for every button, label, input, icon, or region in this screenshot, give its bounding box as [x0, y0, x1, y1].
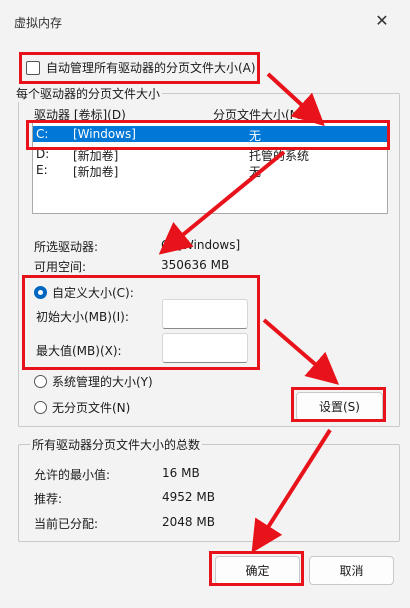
custom-size-label: 自定义大小(C): [52, 286, 134, 300]
drive-size: 无 [249, 129, 262, 143]
radio-icon[interactable] [34, 375, 47, 388]
selected-drive-value: C: [Windows] [161, 238, 241, 252]
drive-row-c[interactable]: C: [Windows] 无 [33, 126, 387, 143]
custom-size-radio[interactable]: 自定义大小(C): [34, 284, 134, 301]
selected-drive-label: 所选驱动器: [34, 240, 99, 254]
max-size-input[interactable] [162, 333, 248, 363]
initial-size-label: 初始大小(MB)(I): [36, 310, 129, 324]
cancel-button[interactable]: 取消 [309, 556, 394, 585]
no-paging-radio[interactable]: 无分页文件(N) [34, 399, 130, 416]
system-managed-radio[interactable]: 系统管理的大小(Y) [34, 373, 153, 390]
checkbox-box[interactable] [26, 60, 40, 75]
radio-icon[interactable] [34, 401, 47, 414]
set-button[interactable]: 设置(S) [296, 392, 383, 421]
recommended-value: 4952 MB [162, 490, 215, 504]
drive-letter: C: [36, 127, 49, 141]
initial-size-input[interactable] [162, 299, 248, 329]
current-value: 2048 MB [162, 515, 215, 529]
min-label: 允许的最小值: [34, 468, 111, 482]
drive-size: 无 [249, 165, 262, 179]
drive-letter: D: [36, 147, 50, 161]
min-value: 16 MB [162, 466, 200, 480]
drive-row-e[interactable]: E: [新加卷] 无 [33, 162, 387, 179]
system-managed-label: 系统管理的大小(Y) [52, 375, 153, 389]
title-bar: 虚拟内存 ✕ [0, 0, 410, 40]
drive-letter: E: [36, 163, 48, 177]
auto-manage-label: 自动管理所有驱动器的分页文件大小(A) [46, 61, 256, 75]
no-paging-label: 无分页文件(N) [52, 401, 131, 415]
free-space-label: 可用空间: [34, 260, 87, 274]
drive-list[interactable]: C: [Windows] 无 D: [新加卷] 托管的系统 E: [新加卷] 无 [32, 120, 388, 214]
ok-button[interactable]: 确定 [215, 556, 300, 585]
window-title: 虚拟内存 [14, 16, 63, 30]
drive-group-title: 每个驱动器的分页文件大小 [14, 85, 163, 102]
drive-row-d[interactable]: D: [新加卷] 托管的系统 [33, 146, 387, 163]
radio-selected-icon[interactable] [34, 286, 47, 299]
current-label: 当前已分配: [34, 517, 99, 531]
drive-label: [新加卷] [73, 165, 119, 179]
free-space-value: 350636 MB [161, 258, 230, 272]
close-icon[interactable]: ✕ [364, 6, 400, 34]
totals-title: 所有驱动器分页文件大小的总数 [30, 436, 203, 453]
recommended-label: 推荐: [34, 492, 63, 506]
auto-manage-checkbox[interactable]: 自动管理所有驱动器的分页文件大小(A) [26, 59, 256, 76]
drive-label: [Windows] [73, 127, 136, 141]
max-size-label: 最大值(MB)(X): [36, 344, 122, 358]
